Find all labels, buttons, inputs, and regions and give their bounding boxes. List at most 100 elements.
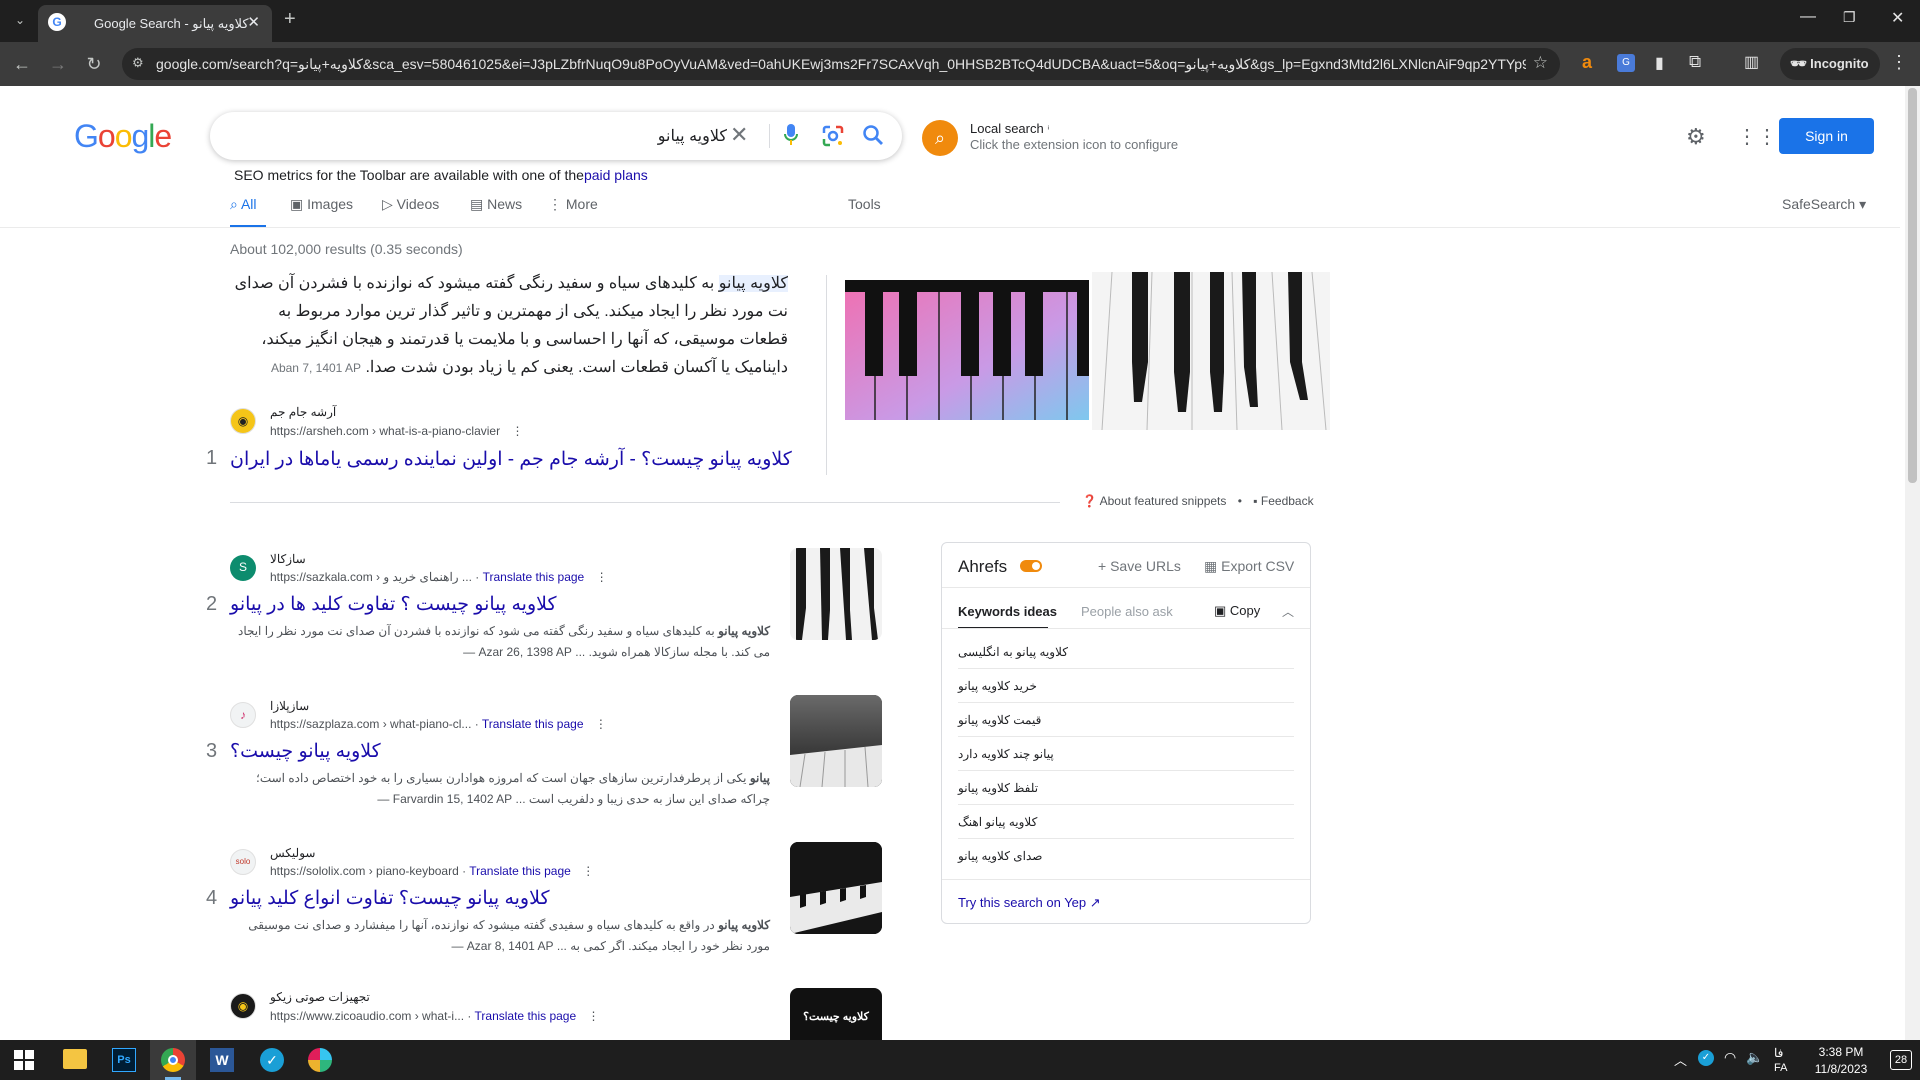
forward-icon[interactable]: → [44,50,72,78]
tray-vpn-icon[interactable]: ✓ [1698,1050,1714,1066]
keyword-item[interactable]: کلاویه پیانو به انگلیسی [958,635,1294,669]
vpn-app-icon[interactable]: ✓ [260,1048,284,1072]
about-featured-snippets-link[interactable]: About featured snippets [1100,494,1227,508]
bookmark-star-icon[interactable]: ☆ [1533,53,1548,73]
keyword-item[interactable]: پیانو چند کلاویه دارد [958,737,1294,771]
amazon-extension-icon[interactable]: a [1582,52,1592,73]
volume-icon[interactable]: 🔈 [1746,1049,1763,1066]
keyword-item[interactable]: صدای کلاویه پیانو [958,839,1294,873]
google-logo[interactable]: Google [74,118,172,155]
clock-time[interactable]: 3:38 PM [1814,1045,1868,1059]
result-thumbnail[interactable] [790,842,882,934]
file-explorer-icon[interactable] [63,1049,87,1069]
keyword-item[interactable]: کلاویه پیانو اهنگ [958,805,1294,839]
sazplaza-favicon-icon: ♪ [230,702,256,728]
tab-search-icon[interactable]: ⌄ [6,6,34,34]
incognito-label: Incognito [1810,56,1869,71]
result-url[interactable]: https://sazplaza.com › what-piano-cl... … [270,717,607,731]
slack-icon[interactable] [308,1048,332,1072]
result-menu-icon[interactable]: ⋮ [511,424,523,438]
tools-button[interactable]: Tools [848,196,881,212]
sign-in-button[interactable]: Sign in [1779,118,1874,154]
tray-chevron-icon[interactable]: ︿ [1674,1050,1687,1069]
translate-extension-icon[interactable]: G [1617,54,1635,72]
word-icon[interactable]: W [210,1048,234,1072]
close-window-icon[interactable]: ✕ [1891,8,1904,28]
settings-gear-icon[interactable]: ⚙ [1686,124,1706,150]
menu-kebab-icon[interactable]: ⋮ [1890,52,1908,73]
result-url[interactable]: https://www.zicoaudio.com › what-i... · … [270,1009,600,1023]
result-menu-icon[interactable]: ⋮ [596,570,608,584]
featured-site-url[interactable]: https://arsheh.com › what-is-a-piano-cla… [270,424,523,438]
keyword-item[interactable]: تلفظ کلاویه پیانو [958,771,1294,805]
search-box[interactable]: کلاویه پیانو ✕ [210,112,902,160]
photoshop-icon[interactable]: Ps [112,1048,136,1072]
safesearch-button[interactable]: SafeSearch ▾ [1782,196,1866,213]
result-menu-icon[interactable]: ⋮ [588,1009,600,1023]
result-thumbnail[interactable] [790,548,882,640]
yep-search-link[interactable]: Try this search on Yep ↗ [958,895,1101,911]
search-submit-icon[interactable] [862,124,884,146]
feedback-link[interactable]: Feedback [1261,494,1314,508]
scrollbar-thumb[interactable] [1908,88,1917,483]
result-url[interactable]: https://sololix.com › piano-keyboard · T… [270,864,594,878]
reload-icon[interactable]: ↻ [80,50,108,78]
back-icon[interactable]: ← [8,50,36,78]
tab-all[interactable]: ⌕ All [230,196,257,213]
input-lang-code[interactable]: FA [1774,1062,1787,1074]
image-icon: ▣ [290,196,304,212]
site-info-icon[interactable]: ⚙ [132,55,144,71]
keyword-item[interactable]: خرید کلاویه پیانو [958,669,1294,703]
side-panel-icon[interactable]: ▥ [1744,52,1759,72]
wifi-icon[interactable]: ◠ [1724,1049,1736,1066]
new-tab-icon[interactable]: + [284,8,296,31]
tab-people-also-ask[interactable]: People also ask [1081,604,1173,619]
clock-date[interactable]: 11/8/2023 [1808,1062,1874,1076]
ahrefs-toggle[interactable] [1020,560,1042,572]
tab-images[interactable]: ▣ Images [290,196,353,213]
input-lang-fa[interactable]: فا [1774,1046,1783,1060]
tab-more[interactable]: ⋮ More [548,196,598,213]
local-search-icon[interactable]: ⌕ [922,120,958,156]
collapse-chevron-icon[interactable]: ︿ [1282,603,1294,620]
puzzle-extensions-icon[interactable]: ⧉ [1689,52,1701,72]
windows-start-icon[interactable] [14,1050,34,1070]
search-input[interactable]: کلاویه پیانو [658,126,727,146]
copy-button[interactable]: ▣ Copy [1214,603,1260,619]
keyword-item[interactable]: قیمت کلاویه پیانو [958,703,1294,737]
notifications-badge[interactable]: 28 [1890,1050,1912,1070]
browser-tab[interactable]: G کلاویه پیانو - Google Search ✕ [38,5,272,42]
lens-search-icon[interactable] [822,125,844,147]
paid-plans-link[interactable]: paid plans [584,167,648,183]
result-title[interactable]: کلاویه پیانو چیست؟ [230,740,381,763]
chrome-taskbar-active[interactable] [150,1040,196,1080]
translate-link[interactable]: Translate this page [483,570,585,584]
translate-link[interactable]: Translate this page [475,1009,577,1023]
featured-image-2[interactable] [1092,272,1330,430]
result-thumbnail[interactable]: کلاویه چیست؟ [790,988,882,1040]
tab-news[interactable]: ▤ News [470,196,522,213]
result-thumbnail[interactable] [790,695,882,787]
clear-search-icon[interactable]: ✕ [730,122,748,148]
url-text: google.com/search?q=کلاویه+پیانو&sca_esv… [156,56,1526,72]
tab-videos[interactable]: ▷ Videos [382,196,439,213]
save-urls-button[interactable]: + Save URLs [1098,558,1181,574]
close-tab-icon[interactable]: ✕ [247,13,260,31]
restore-icon[interactable]: ❐ [1843,9,1856,26]
featured-result-title[interactable]: کلاویه پیانو چیست؟ - آرشه جام جم - اولین… [230,448,792,471]
voice-search-icon[interactable] [784,124,798,146]
result-url[interactable]: https://sazkala.com › راهنمای خرید و ...… [270,570,608,584]
extension-icon[interactable]: ▮ [1655,53,1664,73]
result-menu-icon[interactable]: ⋮ [595,717,607,731]
translate-link[interactable]: Translate this page [469,864,571,878]
export-csv-button[interactable]: ▦ Export CSV [1204,558,1294,575]
address-bar[interactable]: ⚙ google.com/search?q=کلاویه+پیانو&sca_e… [122,48,1560,80]
result-title[interactable]: کلاویه پیانو چیست؟ تفاوت انواع کلید پیان… [230,887,550,910]
featured-image-1[interactable] [845,280,1089,420]
translate-link[interactable]: Translate this page [482,717,584,731]
tab-keywords-ideas[interactable]: Keywords ideas [958,604,1057,619]
minimize-icon[interactable]: — [1800,8,1816,26]
result-menu-icon[interactable]: ⋮ [582,864,594,878]
incognito-indicator[interactable]: 🕶 Incognito [1780,48,1880,80]
result-title[interactable]: کلاویه پیانو چیست ؟ تفاوت کلید ها در پیا… [230,593,557,616]
